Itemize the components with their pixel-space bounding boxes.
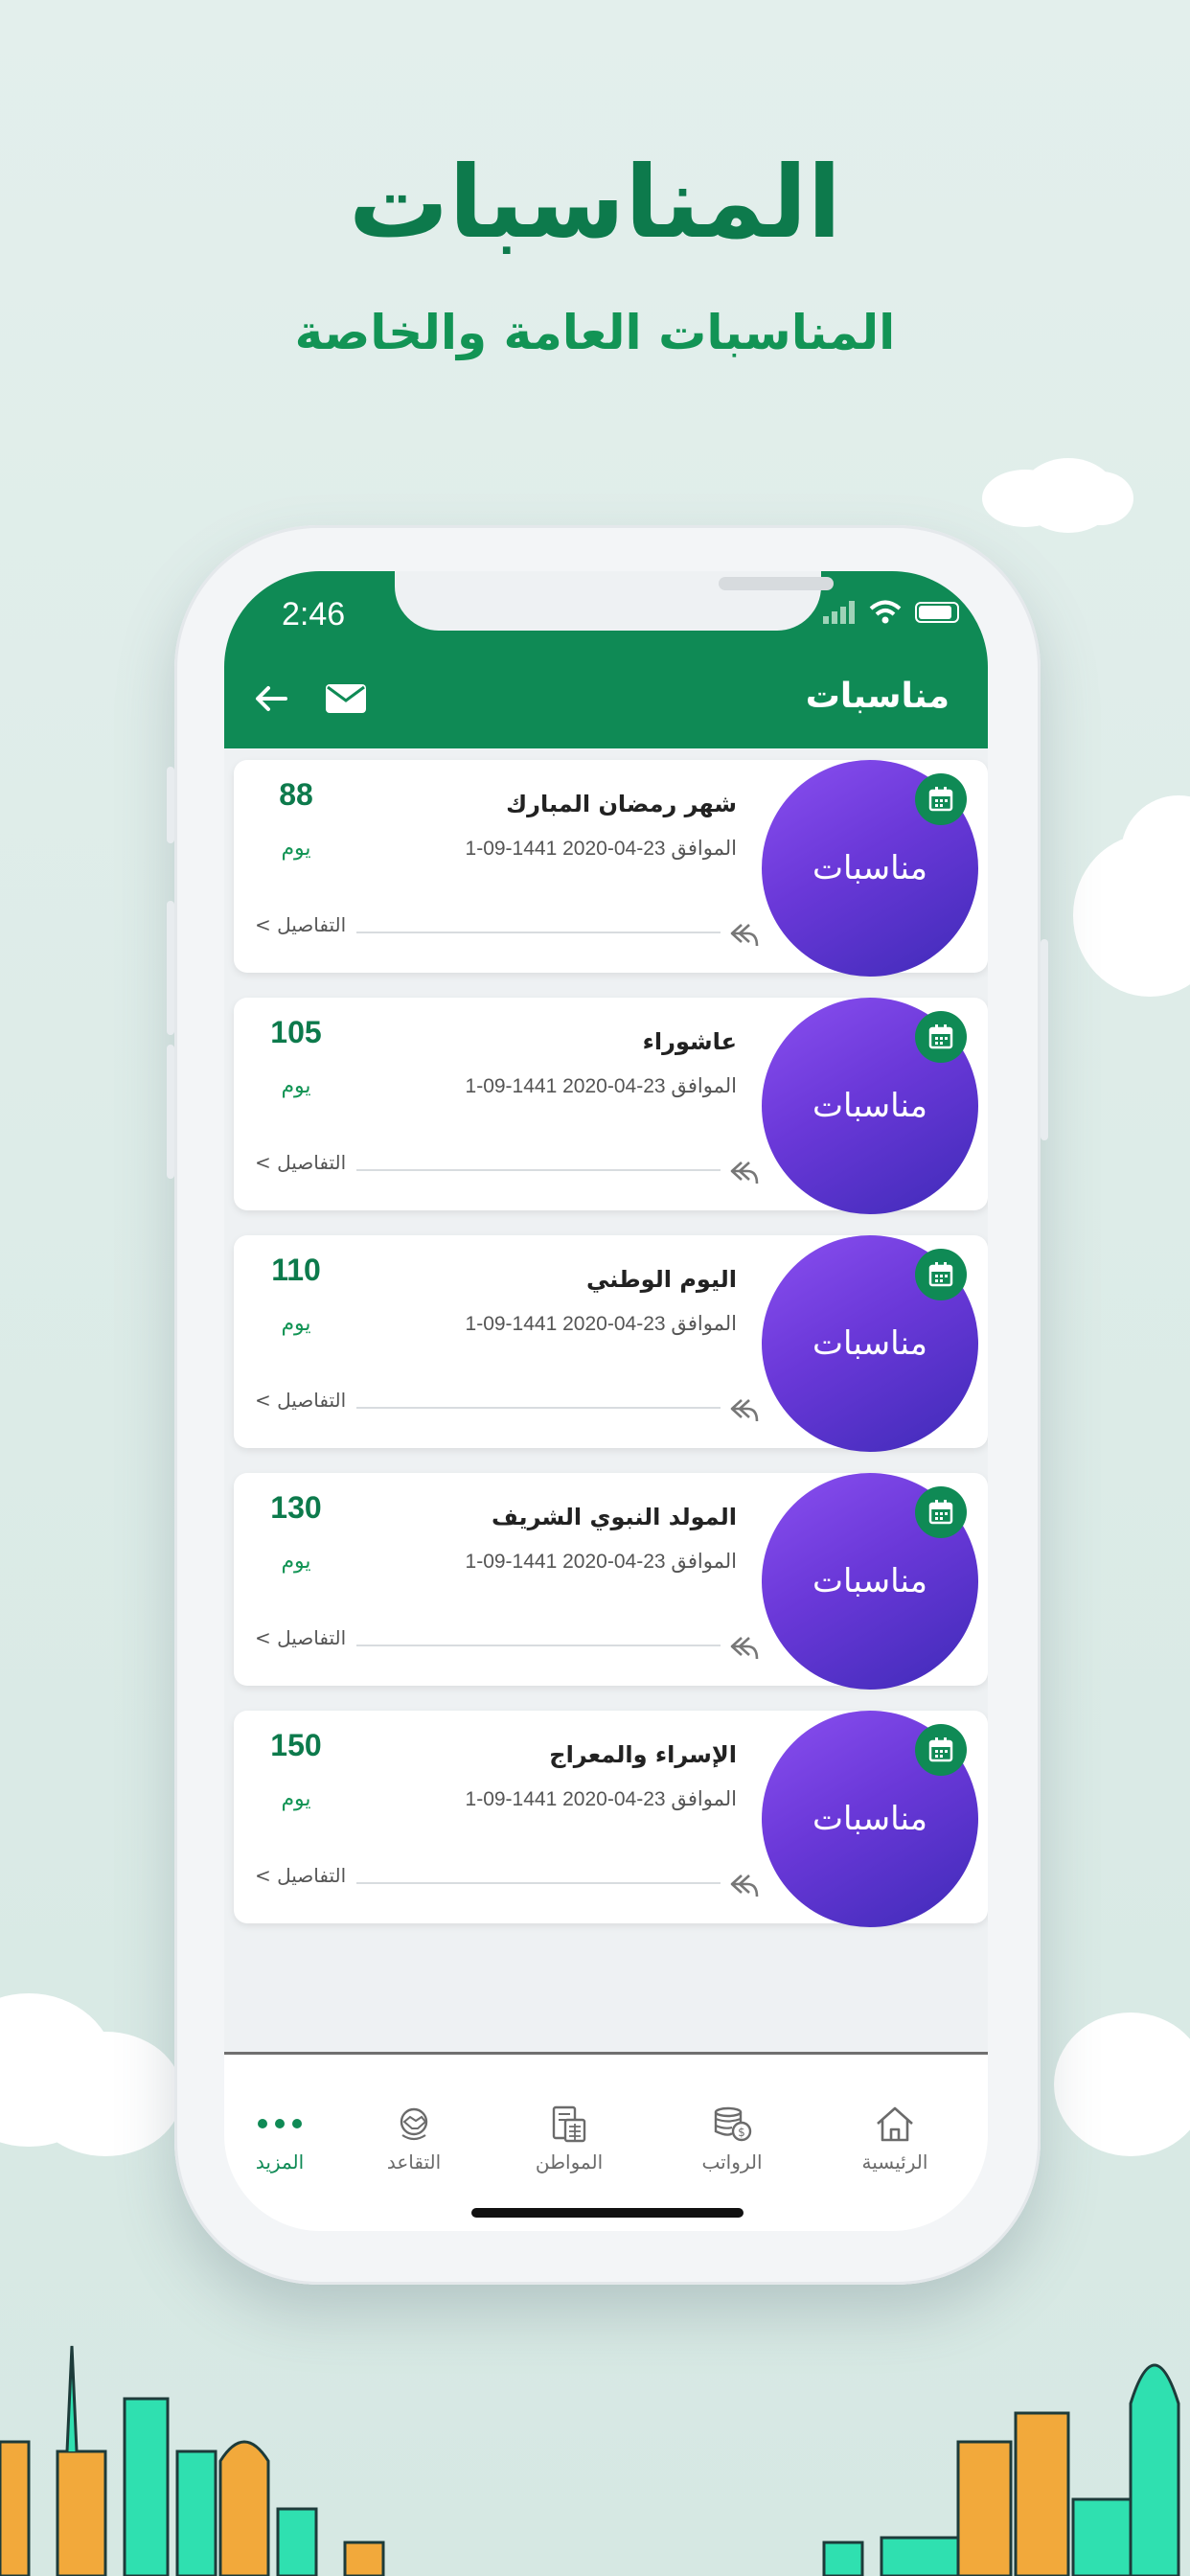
- status-icons: [823, 600, 959, 625]
- occasion-badge-label: مناسبات: [812, 1800, 927, 1838]
- wifi-icon: [869, 600, 902, 624]
- calendar-icon: [915, 1011, 967, 1063]
- calendar-icon: [915, 1724, 967, 1776]
- occasion-card[interactable]: مناسبات شهر رمضان المبارك 1-09-1441 المو…: [234, 760, 988, 977]
- tab-more[interactable]: المزيد: [224, 2103, 347, 2174]
- status-time: 2:46: [282, 596, 346, 632]
- page-title: مناسبات: [805, 677, 950, 716]
- home-indicator: [471, 2208, 744, 2218]
- tab-retirement[interactable]: التقاعد: [347, 2103, 481, 2174]
- days-unit: يوم: [281, 1312, 311, 1336]
- share-icon[interactable]: [728, 917, 761, 950]
- days-unit: يوم: [281, 1787, 311, 1811]
- document-icon: [552, 2105, 586, 2143]
- calendar-icon: [915, 1486, 967, 1538]
- occasion-card[interactable]: مناسبات اليوم الوطني 1-09-1441 الموافق 2…: [234, 1235, 988, 1452]
- share-icon[interactable]: [728, 1392, 761, 1425]
- phone-side-button: [167, 901, 174, 1035]
- details-link[interactable]: التفاصيل >: [255, 1864, 346, 1887]
- days-remaining: 150: [270, 1728, 322, 1762]
- coins-icon: $: [714, 2106, 752, 2142]
- occasion-title: اليوم الوطني: [586, 1266, 737, 1293]
- envelope-icon[interactable]: [324, 677, 368, 721]
- occasion-title: الإسراء والمعراج: [549, 1741, 737, 1768]
- svg-text:$: $: [738, 2126, 745, 2139]
- phone-side-button: [1041, 939, 1048, 1140]
- divider: [356, 1169, 721, 1171]
- occasion-badge-label: مناسبات: [812, 1087, 927, 1125]
- phone-side-button: [167, 1045, 174, 1179]
- days-remaining: 105: [270, 1015, 322, 1049]
- handshake-icon: [400, 2107, 428, 2141]
- phone-side-button: [167, 767, 174, 843]
- home-icon: [877, 2106, 913, 2142]
- occasion-card[interactable]: مناسبات الإسراء والمعراج 1-09-1441 الموا…: [234, 1711, 988, 1927]
- divider: [356, 1407, 721, 1409]
- details-link[interactable]: التفاصيل >: [255, 1151, 346, 1174]
- app-screen: 2:46 مناسبات مناسبات شهر رمضان المبارك 1…: [224, 571, 988, 2231]
- occasion-date: 1-09-1441 الموافق 23-04-2020: [465, 1075, 737, 1097]
- arrow-left-icon[interactable]: [247, 675, 295, 723]
- occasion-card[interactable]: مناسبات عاشوراء 1-09-1441 الموافق 23-04-…: [234, 998, 988, 1214]
- tab-label: المواطن: [535, 2150, 604, 2174]
- more-dots-icon: [258, 2119, 302, 2128]
- tab-label: الرواتب: [701, 2150, 763, 2174]
- days-remaining: 110: [271, 1253, 321, 1287]
- days-unit: يوم: [281, 1074, 311, 1098]
- occasion-card[interactable]: مناسبات المولد النبوي الشريف 1-09-1441 ا…: [234, 1473, 988, 1690]
- occasion-date: 1-09-1441 الموافق 23-04-2020: [465, 1788, 737, 1810]
- divider: [356, 1882, 721, 1884]
- occasion-title: المولد النبوي الشريف: [491, 1504, 737, 1530]
- calendar-icon: [915, 773, 967, 825]
- details-link[interactable]: التفاصيل >: [255, 913, 346, 936]
- tab-home[interactable]: الرئيسية: [828, 2103, 962, 2174]
- share-icon[interactable]: [728, 1630, 761, 1663]
- signal-icon: [823, 601, 855, 624]
- tab-label: التقاعد: [386, 2150, 442, 2174]
- details-link[interactable]: التفاصيل >: [255, 1389, 346, 1412]
- divider: [356, 1644, 721, 1646]
- days-remaining: 130: [270, 1490, 322, 1525]
- occasion-badge-label: مناسبات: [812, 1562, 927, 1600]
- details-link[interactable]: التفاصيل >: [255, 1626, 346, 1649]
- app-header: مناسبات: [224, 656, 988, 748]
- share-icon[interactable]: [728, 1155, 761, 1187]
- occasion-title: شهر رمضان المبارك: [506, 791, 737, 817]
- occasion-badge-label: مناسبات: [812, 1324, 927, 1363]
- days-unit: يوم: [281, 1550, 311, 1574]
- tab-citizen[interactable]: المواطن: [502, 2103, 636, 2174]
- notch: [395, 571, 834, 631]
- days-remaining: 88: [279, 777, 313, 812]
- calendar-icon: [915, 1249, 967, 1300]
- battery-icon: [915, 602, 959, 623]
- tab-label: الرئيسية: [861, 2150, 928, 2174]
- tab-salaries[interactable]: $ الرواتب: [665, 2103, 799, 2174]
- occasion-date: 1-09-1441 الموافق 23-04-2020: [465, 1313, 737, 1335]
- divider: [356, 932, 721, 933]
- days-unit: يوم: [281, 837, 311, 861]
- occasion-title: عاشوراء: [642, 1028, 737, 1055]
- promo-subtitle: المناسبات العامة والخاصة: [294, 305, 896, 360]
- occasion-badge-label: مناسبات: [812, 849, 927, 887]
- promo-title: المناسبات: [348, 144, 842, 261]
- occasion-date: 1-09-1441 الموافق 23-04-2020: [465, 1551, 737, 1573]
- bottom-tab-bar: الرئيسية $ الرواتب المواطن التقاعد المزي…: [224, 2052, 988, 2231]
- share-icon[interactable]: [728, 1868, 761, 1900]
- city-skyline-illustration: [0, 2345, 1180, 2576]
- tab-label: المزيد: [255, 2150, 305, 2174]
- occasion-date: 1-09-1441 الموافق 23-04-2020: [465, 838, 737, 860]
